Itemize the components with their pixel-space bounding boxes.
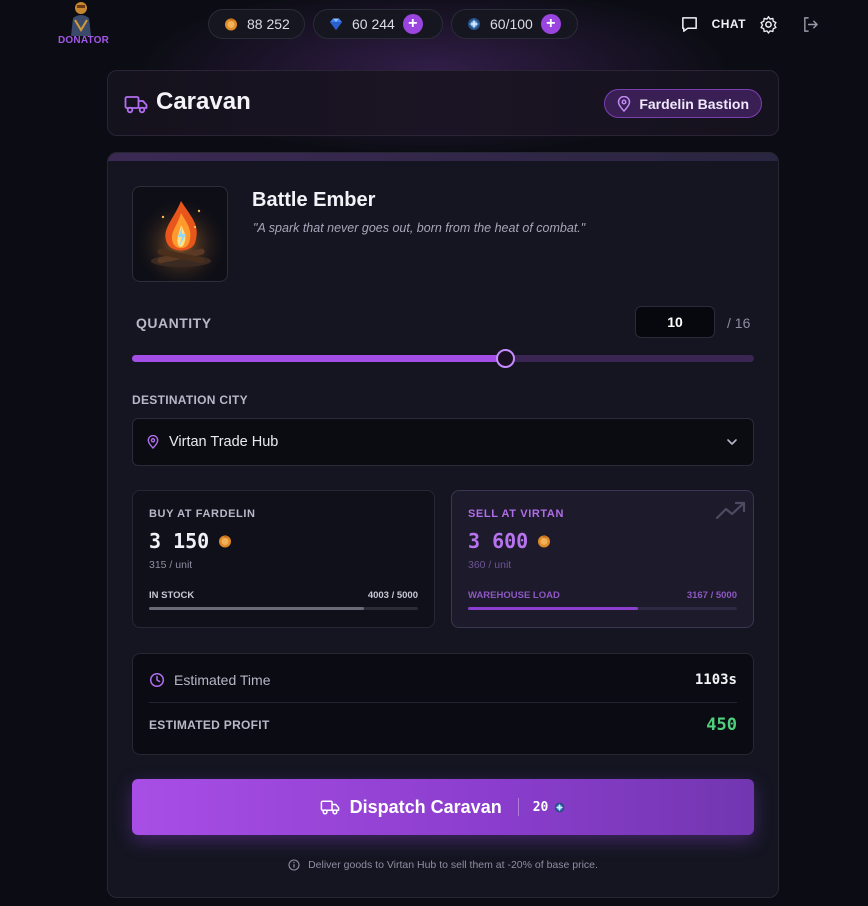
estimate-panel: Estimated Time 1103s ESTIMATED PROFIT 45…: [132, 653, 754, 755]
energy-value: 60/100: [490, 16, 533, 32]
stock-label: IN STOCK: [149, 590, 195, 601]
sell-amount: 3 600: [468, 529, 737, 553]
page-title: Caravan: [156, 88, 251, 115]
destination-select[interactable]: Virtan Trade Hub: [132, 418, 754, 466]
top-bar: DONATOR 88 252 60 244 + 60/100 + CHAT: [0, 0, 868, 50]
estimated-profit-label: ESTIMATED PROFIT: [149, 718, 270, 732]
buy-panel: BUY AT FARDELIN 3 150 315 / unit IN STOC…: [132, 490, 435, 628]
donator-avatar-icon: [71, 2, 91, 36]
estimated-time-value: 1103s: [694, 672, 737, 688]
info-icon: [288, 859, 300, 871]
buy-unit-price: 315 / unit: [149, 559, 193, 571]
gold-value: 88 252: [247, 16, 290, 32]
stock-row: IN STOCK 4003 / 5000: [149, 590, 418, 601]
caravan-header: Caravan Fardelin Bastion: [107, 70, 779, 136]
destination-label: DESTINATION CITY: [132, 393, 248, 407]
truck-icon: [320, 800, 339, 815]
item-description: "A spark that never goes out, born from …: [253, 221, 586, 235]
right-nav: CHAT: [680, 14, 820, 34]
gem-balance: 60 244 +: [313, 9, 443, 39]
energy-orb-icon: [554, 802, 565, 812]
current-location-label: Fardelin Bastion: [639, 95, 749, 112]
current-location-badge[interactable]: Fardelin Bastion: [604, 89, 762, 118]
buy-amount-value: 3 150: [149, 529, 210, 553]
clock-icon: [149, 672, 165, 688]
quantity-max: / 16: [727, 315, 751, 331]
trending-up-icon: [715, 501, 746, 520]
buy-amount: 3 150: [149, 529, 418, 553]
item-image: [132, 186, 228, 282]
estimated-profit-value: 450: [706, 715, 737, 735]
card-top-strip: [108, 153, 778, 161]
dispatch-label: Dispatch Caravan: [349, 796, 502, 817]
logout-icon[interactable]: [800, 14, 820, 34]
energy-balance: 60/100 +: [451, 9, 578, 39]
chat-icon[interactable]: [680, 14, 700, 34]
gold-balance: 88 252: [208, 9, 305, 39]
map-pin-icon: [618, 95, 631, 112]
truck-icon: [124, 96, 148, 114]
quantity-slider-fill: [132, 355, 506, 362]
map-pin-icon: [147, 435, 159, 449]
donator-label: DONATOR: [58, 35, 110, 46]
buy-label: BUY AT FARDELIN: [149, 508, 256, 520]
quantity-input[interactable]: 10: [635, 306, 715, 338]
energy-orb-icon: [466, 16, 482, 32]
donator-logo[interactable]: DONATOR: [58, 0, 110, 48]
add-energy-button[interactable]: +: [540, 14, 561, 34]
estimated-time-row: Estimated Time 1103s: [149, 670, 737, 690]
gold-coin-icon: [538, 535, 551, 548]
chevron-down-icon: [727, 439, 737, 445]
estimated-time-label: Estimated Time: [174, 672, 271, 688]
item-name: Battle Ember: [252, 189, 376, 211]
dispatch-caravan-button[interactable]: Dispatch Caravan 20: [132, 779, 754, 835]
chat-button[interactable]: CHAT: [712, 17, 746, 31]
footnote-text: Deliver goods to Virtan Hub to sell them…: [308, 859, 598, 871]
warehouse-bar: [468, 607, 737, 610]
gold-coin-icon: [223, 16, 239, 32]
warehouse-label: WAREHOUSE LOAD: [468, 590, 560, 601]
gem-icon: [328, 16, 344, 32]
campfire-icon: [133, 187, 227, 281]
warehouse-row: WAREHOUSE LOAD 3167 / 5000: [468, 590, 737, 601]
stock-value: 4003 / 5000: [367, 590, 418, 601]
destination-value: Virtan Trade Hub: [169, 434, 279, 450]
dispatch-separator: [517, 798, 519, 816]
stock-bar: [149, 607, 418, 610]
gem-value: 60 244: [352, 16, 395, 32]
stock-bar-fill: [149, 607, 365, 610]
footnote: Deliver goods to Virtan Hub to sell them…: [108, 859, 778, 871]
divider: [149, 702, 737, 703]
gold-coin-icon: [219, 535, 232, 548]
add-gems-button[interactable]: +: [402, 14, 423, 34]
dispatch-cost-value: 20: [532, 799, 549, 815]
sell-unit-price: 360 / unit: [468, 559, 512, 571]
quantity-slider-thumb[interactable]: [496, 349, 516, 368]
sell-label: SELL AT VIRTAN: [468, 508, 564, 520]
gear-icon[interactable]: [758, 14, 778, 34]
warehouse-bar-fill: [468, 607, 639, 610]
sell-panel: SELL AT VIRTAN 3 600 360 / unit WAREHOUS…: [451, 490, 754, 628]
dispatch-cost: 20: [533, 800, 567, 815]
sell-amount-value: 3 600: [468, 529, 529, 553]
estimated-profit-row: ESTIMATED PROFIT 450: [149, 714, 737, 736]
caravan-form: Battle Ember "A spark that never goes ou…: [107, 152, 779, 898]
quantity-label: QUANTITY: [136, 315, 212, 331]
warehouse-value: 3167 / 5000: [686, 590, 737, 601]
quantity-slider[interactable]: [132, 349, 754, 368]
